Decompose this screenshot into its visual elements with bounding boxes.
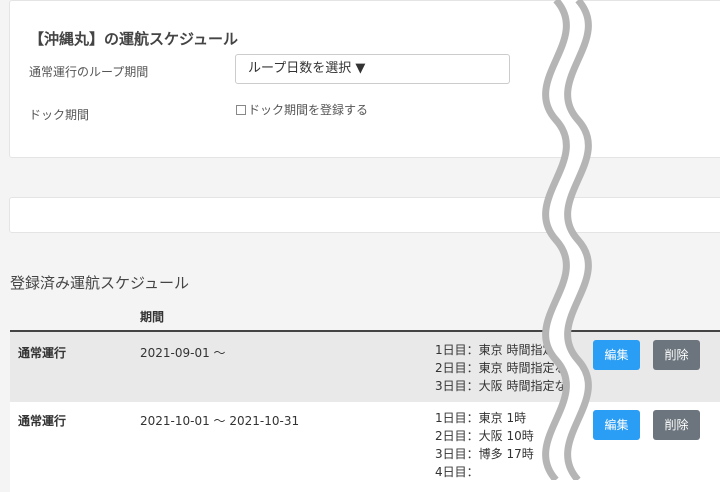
schedule-period: 2021-09-01 ～: [140, 346, 226, 360]
dock-period-label: ドック期間: [29, 108, 90, 122]
card-title: 【沖縄丸】の運航スケジュール: [29, 30, 238, 48]
schedule-period: 2021-10-01 ～ 2021-10-31: [140, 414, 300, 428]
period-column-header: 期間: [140, 310, 165, 324]
dock-period-checkbox-row[interactable]: ドック期間を登録する: [236, 101, 368, 118]
wavy-cut-divider: [542, 0, 592, 480]
delete-button[interactable]: 削除: [653, 410, 700, 440]
empty-panel: [9, 197, 720, 233]
schedule-form-card: 【沖縄丸】の運航スケジュール 通常運行のループ期間 ループ日数を選択 ▼ ドック…: [9, 0, 720, 158]
registered-schedule-title: 登録済み運航スケジュール: [10, 274, 189, 292]
table-row: 通常運行 2021-10-01 ～ 2021-10-31 1日目：東京 1時 2…: [10, 402, 720, 492]
loop-days-select[interactable]: ループ日数を選択 ▼: [235, 54, 510, 84]
delete-button[interactable]: 削除: [653, 340, 700, 370]
schedule-type: 通常運行: [18, 346, 67, 360]
schedule-type: 通常運行: [18, 414, 67, 428]
table-row: 通常運行 2021-09-01 ～ 1日目：東京 時間指定なし 2日目：東京 時…: [10, 332, 720, 402]
dock-period-checkbox[interactable]: [236, 104, 246, 115]
loop-period-label: 通常運行のループ期間: [29, 65, 149, 79]
dock-period-checkbox-label: ドック期間を登録する: [248, 103, 369, 117]
